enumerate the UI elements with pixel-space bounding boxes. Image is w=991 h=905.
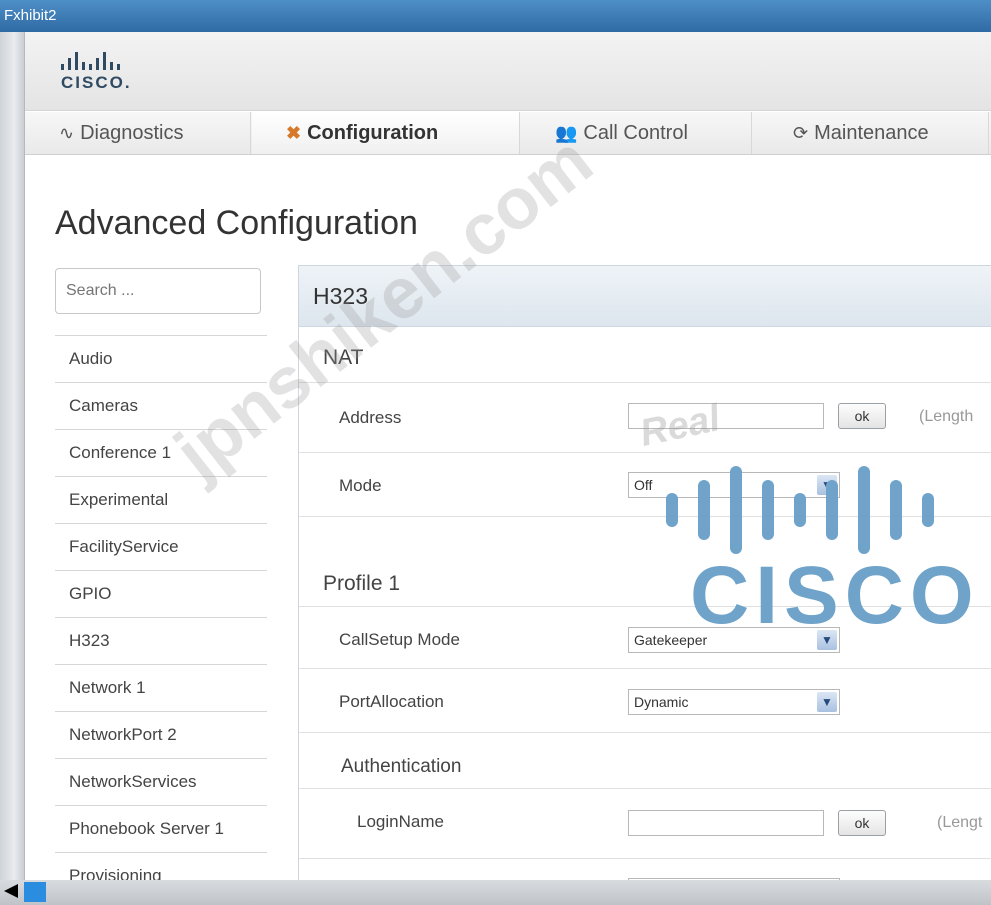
tab-diagnostics[interactable]: ∿ Diagnostics (25, 112, 251, 154)
loginname-label: LoginName (357, 812, 444, 831)
watermark-cisco-text: CISCO (690, 550, 980, 641)
window-titlebar: Fxhibit2 (0, 0, 991, 32)
section-profile: Profile 1 (323, 572, 401, 595)
tab-label: Maintenance (814, 121, 929, 144)
tab-configuration[interactable]: ✖ Configuration (252, 112, 520, 154)
callsetup-mode-label: CallSetup Mode (339, 630, 460, 649)
left-frame-strip (0, 32, 25, 880)
cisco-logo: CISCO. (61, 50, 151, 96)
sidebar-item-networkservices[interactable]: NetworkServices (55, 758, 267, 805)
sidebar-item-facilityservice[interactable]: FacilityService (55, 523, 267, 570)
sidebar-item-experimental[interactable]: Experimental (55, 476, 267, 523)
window-title: Fxhibit2 (4, 7, 57, 24)
address-length-hint: (Length (919, 408, 974, 425)
loginname-ok-button[interactable]: ok (838, 810, 886, 836)
mode-label: Mode (339, 476, 382, 495)
divider (299, 788, 991, 789)
tab-label: Call Control (583, 121, 688, 144)
divider (299, 858, 991, 859)
sidebar-item-provisioning[interactable]: Provisioning (55, 852, 267, 880)
chevron-down-icon: ▼ (817, 692, 837, 712)
sidebar-item-network[interactable]: Network 1 (55, 664, 267, 711)
tab-label: Configuration (307, 121, 439, 144)
app-header: CISCO. (25, 32, 991, 111)
page-title: Advanced Configuration (55, 204, 418, 242)
cisco-bars-icon (660, 465, 970, 555)
address-ok-button[interactable]: ok (838, 403, 886, 429)
cisco-logo-text: CISCO. (61, 73, 132, 92)
tab-maintenance[interactable]: ⟳ Maintenance (753, 112, 989, 154)
divider (299, 732, 991, 733)
watermark-cisco-logo: CISCO (660, 465, 974, 641)
scroll-left-arrow-icon[interactable] (4, 884, 18, 898)
sidebar-item-gpio[interactable]: GPIO (55, 570, 267, 617)
loginname-length-hint: (Lengt (937, 814, 983, 831)
search-input[interactable] (55, 268, 261, 314)
divider (299, 668, 991, 669)
tab-label: Diagnostics (80, 121, 184, 144)
cisco-logo-bars-icon (61, 50, 151, 70)
sidebar-item-phonebook-server[interactable]: Phonebook Server 1 (55, 805, 267, 852)
tools-icon: ✖ (286, 122, 302, 143)
portallocation-value: Dynamic (634, 694, 689, 710)
section-authentication: Authentication (341, 756, 462, 777)
sidebar-item-networkport[interactable]: NetworkPort 2 (55, 711, 267, 758)
scrollbar-thumb[interactable] (24, 882, 46, 902)
portallocation-select[interactable]: Dynamic ▼ (628, 689, 840, 715)
loginname-field[interactable] (628, 810, 824, 836)
portallocation-label: PortAllocation (339, 692, 444, 711)
mode-select-value: Off (634, 477, 653, 493)
main-nav: ∿ Diagnostics ✖ Configuration 👥 Call Con… (25, 112, 991, 155)
pulse-icon: ∿ (59, 122, 75, 143)
horizontal-scrollbar[interactable] (0, 880, 991, 905)
address-label: Address (339, 408, 402, 427)
sidebar-item-h323[interactable]: H323 (55, 617, 267, 664)
refresh-icon: ⟳ (793, 122, 809, 143)
divider (299, 382, 991, 383)
